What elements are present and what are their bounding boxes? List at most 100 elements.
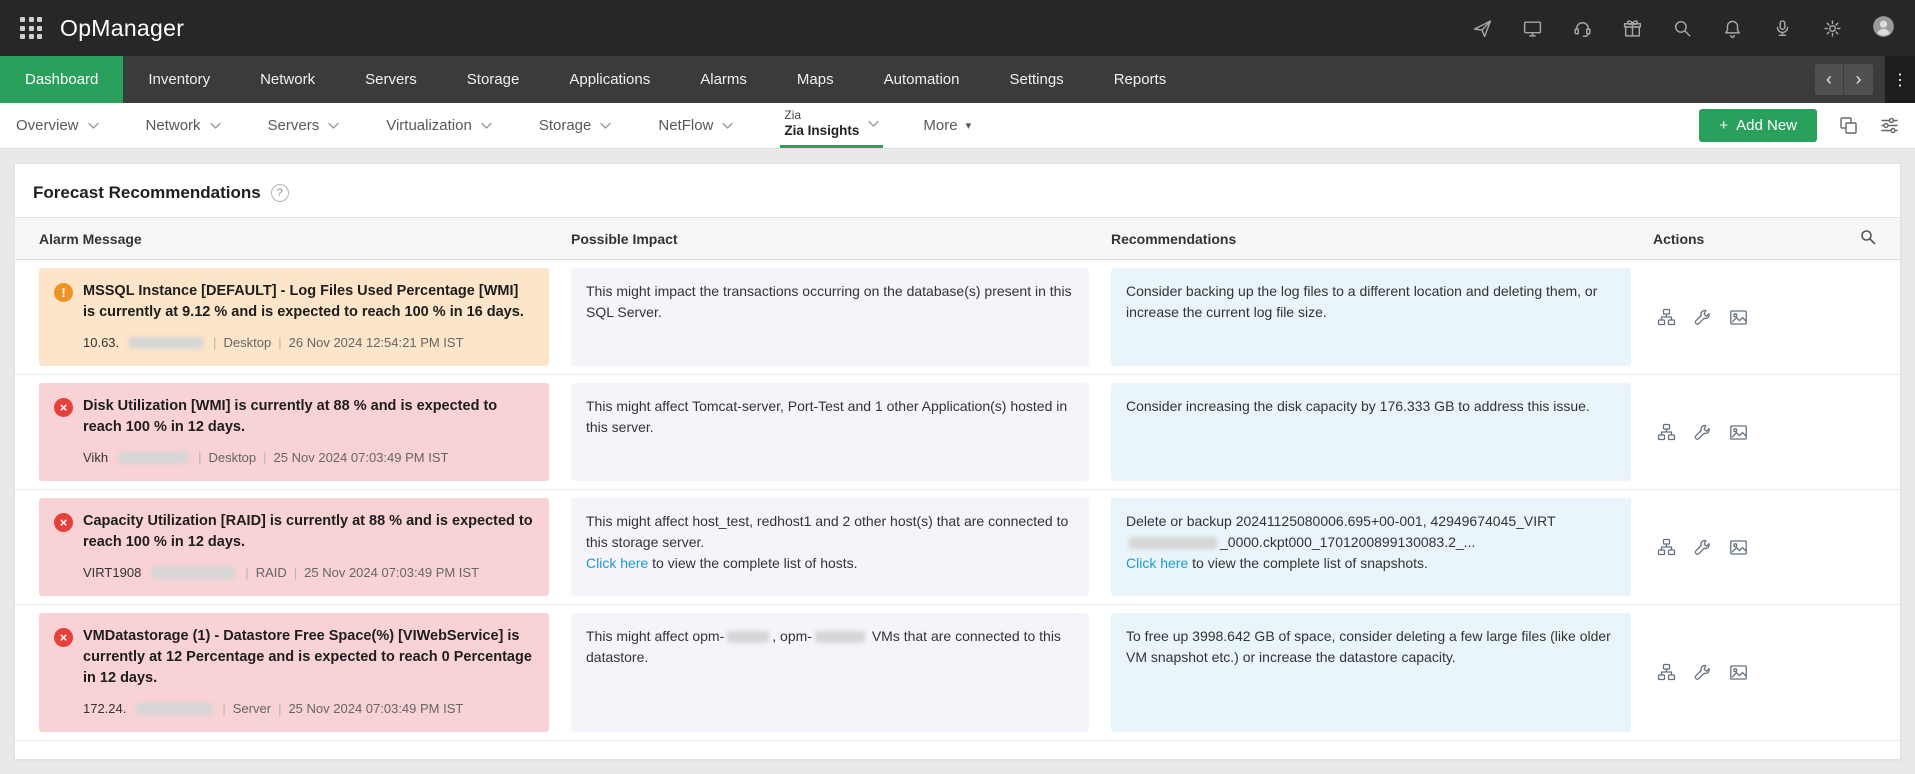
device-tree-icon [1657,538,1676,557]
alarm-title: Disk Utilization [WMI] is currently at 8… [83,396,534,438]
redacted-text [727,631,769,643]
graph-image-icon [1729,308,1748,327]
impact-text: This might affect opm-, opm- VMs that ar… [586,626,1074,668]
recommendation-text: Consider increasing the disk capacity by… [1126,396,1616,417]
chevron-down-icon [328,122,339,130]
recommendation: Consider increasing the disk capacity by… [1111,383,1631,481]
device-name[interactable]: VIRT1908 [83,563,141,583]
error-icon: × [54,513,73,532]
category: Desktop [224,333,272,353]
nav-inventory[interactable]: Inventory [123,56,235,103]
main-nav: Dashboard Inventory Network Servers Stor… [0,56,1915,103]
subnav-zia-insights[interactable]: Zia Zia Insights [780,103,883,148]
action-troubleshoot-button[interactable] [1693,538,1712,557]
separator: | [222,699,225,719]
apps-grid-icon[interactable] [20,17,42,39]
click-here-link[interactable]: Click here [586,555,648,571]
content: Forecast Recommendations ? Alarm Message… [0,149,1915,774]
nav-back-button[interactable]: ‹ [1815,64,1844,95]
warning-icon: ! [54,283,73,302]
redacted-text [136,703,212,715]
nav-automation[interactable]: Automation [859,56,985,103]
user-menu-button[interactable] [1872,15,1895,41]
alarm-meta: VIRT1908 | RAID | 25 Nov 2024 07:03:49 P… [83,563,534,583]
customize-button[interactable] [1880,116,1899,135]
row-actions [1653,268,1876,366]
settings-button[interactable] [1822,18,1843,39]
nav-storage[interactable]: Storage [442,56,545,103]
alarm-message: × Disk Utilization [WMI] is currently at… [39,383,549,481]
action-graph-button[interactable] [1729,538,1748,557]
click-here-link[interactable]: Click here [1126,555,1188,571]
table-header: Alarm Message Possible Impact Recommenda… [15,217,1900,260]
subnav-label: Overview [16,117,79,134]
link-suffix: to view the complete list of hosts. [648,555,857,571]
table-search-button[interactable] [1860,229,1876,248]
nav-reports[interactable]: Reports [1089,56,1192,103]
dashboard-subnav: Overview Network Servers Virtualization … [0,103,1915,149]
more-label: More [923,117,957,134]
subnav-more[interactable]: More ▾ [923,103,971,148]
action-graph-button[interactable] [1729,308,1748,327]
nav-kebab-button[interactable]: ⋮ [1885,56,1915,103]
action-device-button[interactable] [1657,423,1676,442]
screen-share-button[interactable] [1522,18,1543,39]
device-name[interactable]: 10.63. [83,333,119,353]
action-device-button[interactable] [1657,308,1676,327]
subnav-netflow[interactable]: NetFlow [658,103,733,148]
separator: | [213,333,216,353]
nav-maps[interactable]: Maps [772,56,859,103]
wrench-icon [1693,308,1712,327]
nav-dashboard[interactable]: Dashboard [0,56,123,103]
device-name[interactable]: Vikh [83,448,108,468]
paper-plane-icon [1472,18,1493,39]
launch-button[interactable] [1472,18,1493,39]
nav-settings[interactable]: Settings [984,56,1088,103]
impact-text: This might impact the transactions occur… [586,281,1074,323]
subnav-right: + Add New [1699,103,1899,148]
alarm-title: MSSQL Instance [DEFAULT] - Log Files Use… [83,281,534,323]
row-actions [1653,383,1876,481]
action-troubleshoot-button[interactable] [1693,423,1712,442]
action-troubleshoot-button[interactable] [1693,663,1712,682]
recommendation: Delete or backup 20241125080006.695+00-0… [1111,498,1631,596]
screen-share-icon [1522,18,1543,39]
layout-picker-button[interactable] [1839,116,1858,135]
subnav-label: Storage [539,117,592,134]
timestamp: 25 Nov 2024 07:03:49 PM IST [288,699,463,719]
alarm-meta: 172.24. | Server | 25 Nov 2024 07:03:49 … [83,699,534,719]
notifications-button[interactable] [1722,18,1743,39]
device-name[interactable]: 172.24. [83,699,126,719]
forecast-card: Forecast Recommendations ? Alarm Message… [14,163,1901,760]
nav-applications[interactable]: Applications [544,56,675,103]
col-actions: Actions [1653,231,1704,247]
possible-impact: This might affect Tomcat-server, Port-Te… [571,383,1089,481]
page-title: Forecast Recommendations [33,183,261,203]
nav-forward-button[interactable]: › [1844,64,1873,95]
broadcast-button[interactable] [1772,18,1793,39]
subnav-virtualization[interactable]: Virtualization [386,103,492,148]
remote-support-button[interactable] [1572,18,1593,39]
action-troubleshoot-button[interactable] [1693,308,1712,327]
global-search-button[interactable] [1672,18,1693,39]
nav-servers[interactable]: Servers [340,56,442,103]
subnav-storage[interactable]: Storage [539,103,612,148]
action-graph-button[interactable] [1729,663,1748,682]
rewards-button[interactable] [1622,18,1643,39]
category: Desktop [208,448,256,468]
card-head: Forecast Recommendations ? [15,164,1900,217]
nav-alarms[interactable]: Alarms [675,56,772,103]
col-recommendations: Recommendations [1111,231,1653,247]
mic-icon [1772,18,1793,39]
subnav-overview[interactable]: Overview [16,103,99,148]
action-graph-button[interactable] [1729,423,1748,442]
redacted-text [151,567,235,579]
search-icon [1860,229,1876,245]
action-device-button[interactable] [1657,538,1676,557]
action-device-button[interactable] [1657,663,1676,682]
subnav-network[interactable]: Network [146,103,221,148]
add-new-button[interactable]: + Add New [1699,109,1817,142]
help-icon[interactable]: ? [271,184,289,202]
subnav-servers[interactable]: Servers [268,103,340,148]
nav-network[interactable]: Network [235,56,340,103]
